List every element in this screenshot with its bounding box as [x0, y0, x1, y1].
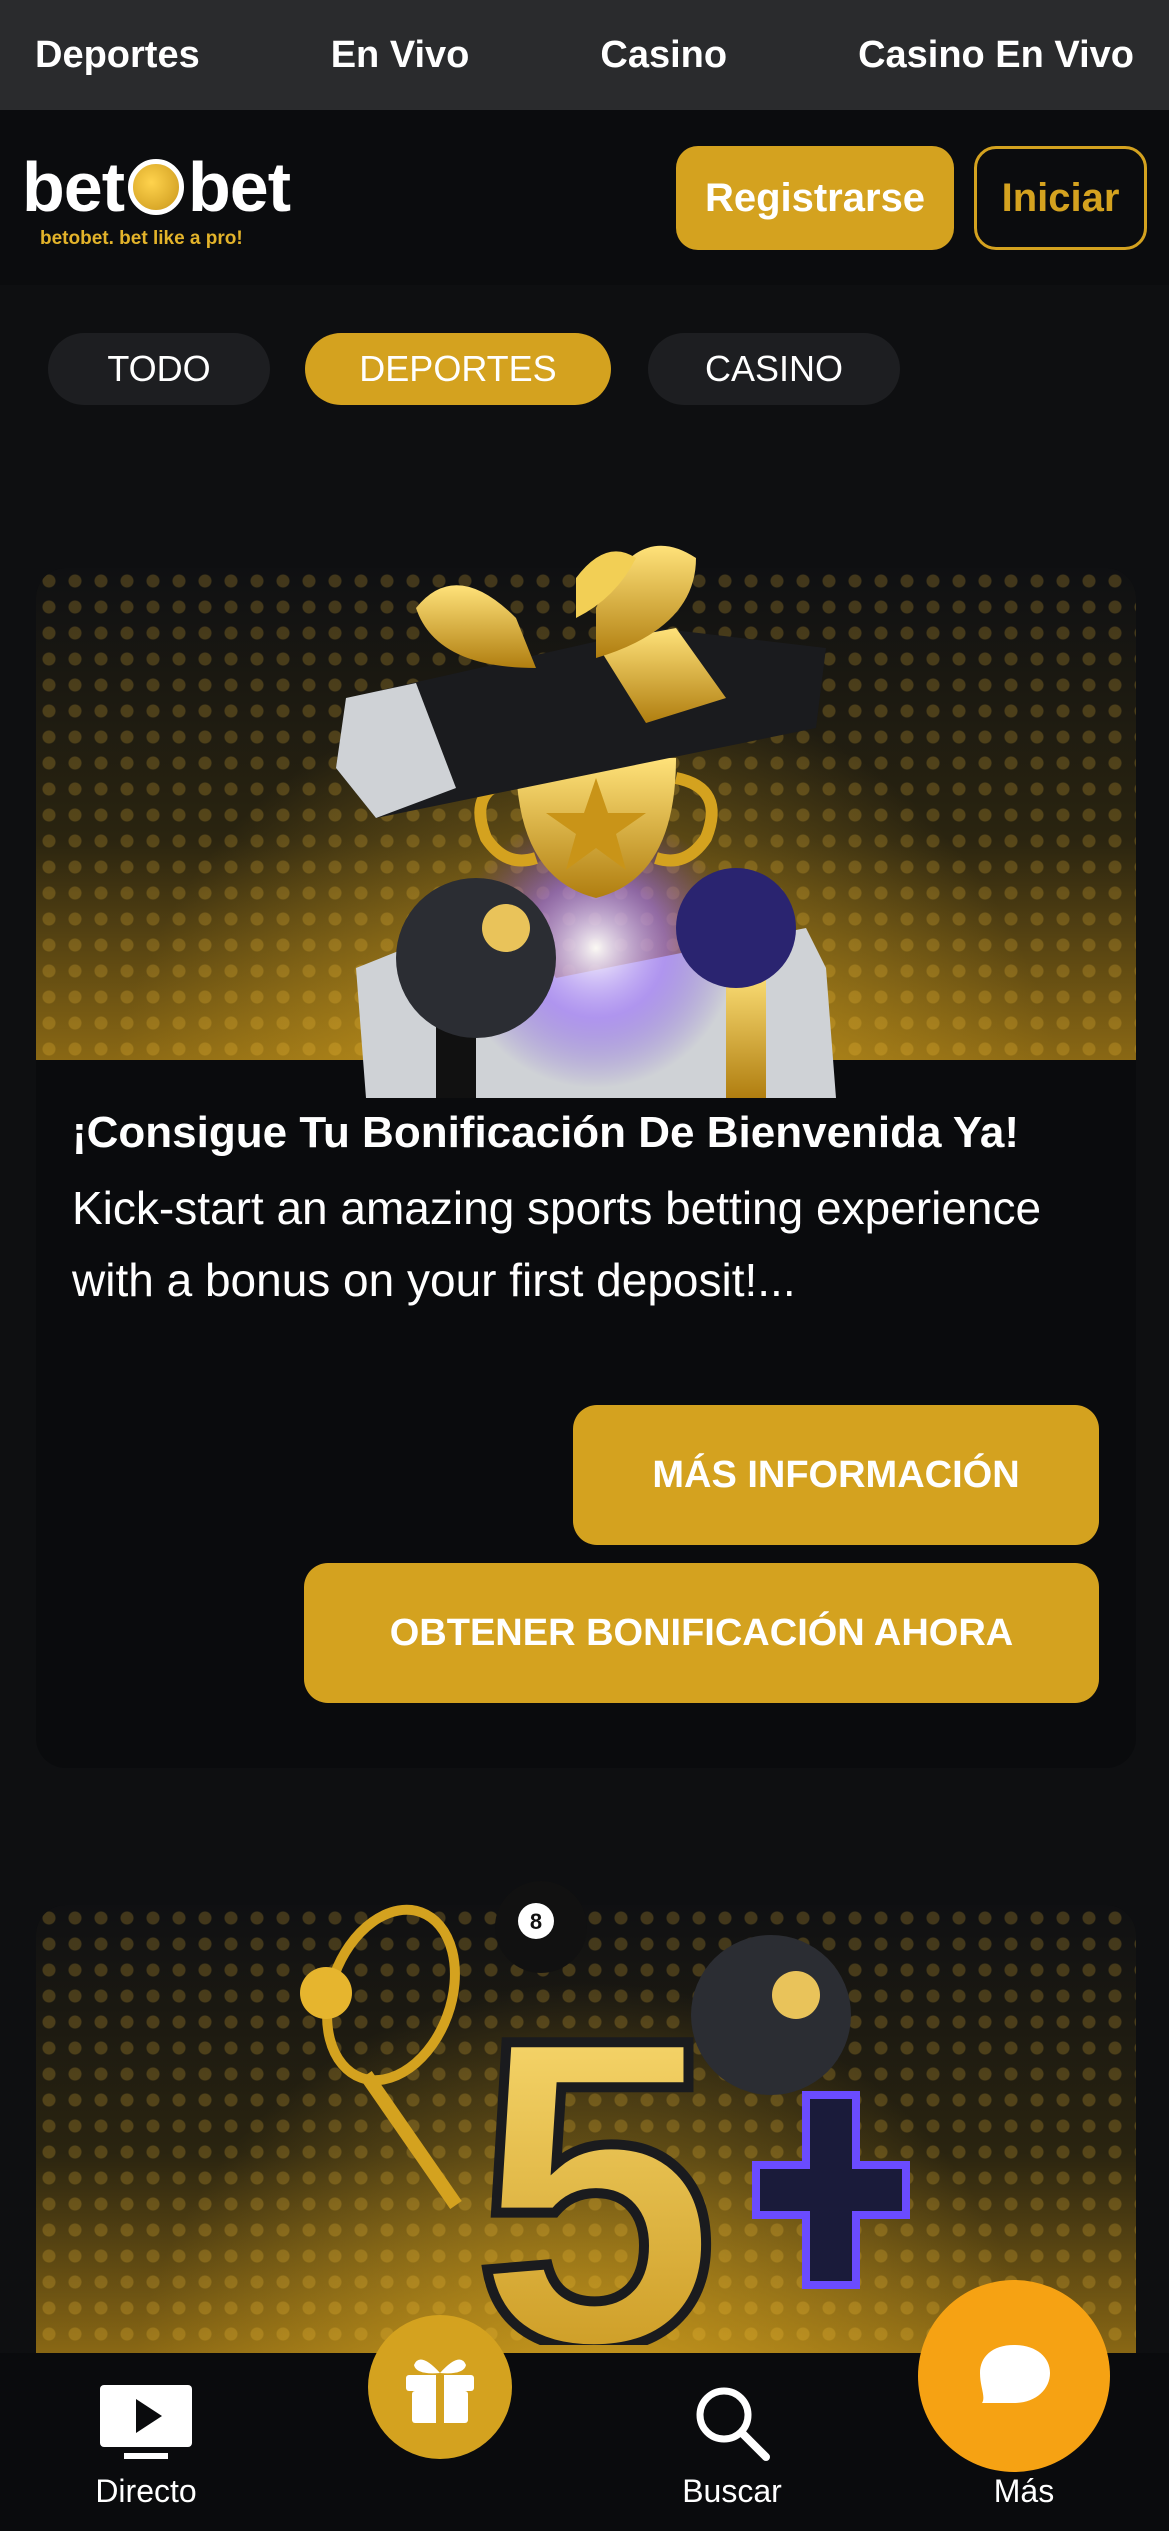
- promo-body: ¡Consigue Tu Bonificación De Bienvenida …: [72, 1108, 1102, 1316]
- number-five-illustration: 8 5: [300, 1881, 910, 2345]
- tab-casino[interactable]: CASINO: [648, 333, 900, 405]
- logo-tagline: betobet. bet like a pro!: [40, 228, 243, 249]
- chat-button[interactable]: [918, 2280, 1110, 2472]
- logo[interactable]: bet bet betobet. bet like a pro!: [22, 152, 322, 262]
- big-number: 5: [474, 1948, 719, 2345]
- topnav-en-vivo[interactable]: En Vivo: [331, 34, 470, 77]
- chat-icon: [980, 2345, 1050, 2403]
- gift-trophy-illustration: [336, 545, 836, 1098]
- logo-wordmark: bet bet: [22, 152, 322, 222]
- eight-ball-number: 8: [530, 1909, 542, 1934]
- get-bonus-button[interactable]: OBTENER BONIFICACIÓN AHORA: [304, 1563, 1099, 1703]
- search-icon: [632, 2383, 832, 2463]
- topnav-casino-en-vivo[interactable]: Casino En Vivo: [858, 34, 1134, 77]
- logo-text-left: bet: [22, 148, 125, 226]
- login-button[interactable]: Iniciar: [974, 146, 1147, 250]
- topnav-deportes[interactable]: Deportes: [35, 34, 200, 77]
- gift-button[interactable]: [368, 2315, 512, 2459]
- promo-card-welcome: ¡Consigue Tu Bonificación De Bienvenida …: [36, 545, 1136, 1768]
- top-nav: Deportes En Vivo Casino Casino En Vivo: [0, 0, 1169, 110]
- ball-icon: [128, 159, 184, 215]
- tab-deportes[interactable]: DEPORTES: [305, 333, 611, 405]
- tab-todo[interactable]: TODO: [48, 333, 270, 405]
- tv-play-icon: [46, 2383, 246, 2463]
- register-button[interactable]: Registrarse: [676, 146, 954, 250]
- logo-text-right: bet: [188, 148, 291, 226]
- bottomnav-directo-label: Directo: [95, 2473, 197, 2509]
- bottomnav-directo[interactable]: Directo: [46, 2383, 246, 2510]
- gift-icon: [406, 2359, 474, 2423]
- topnav-casino[interactable]: Casino: [600, 34, 727, 77]
- bottomnav-buscar-label: Buscar: [682, 2473, 782, 2509]
- promo-title: ¡Consigue Tu Bonificación De Bienvenida …: [72, 1108, 1019, 1157]
- more-info-button[interactable]: MÁS INFORMACIÓN: [573, 1405, 1099, 1545]
- promo-description: Kick-start an amazing sports betting exp…: [72, 1182, 1042, 1306]
- bottomnav-mas-label: Más: [993, 2473, 1055, 2509]
- bottomnav-buscar[interactable]: Buscar: [632, 2383, 832, 2510]
